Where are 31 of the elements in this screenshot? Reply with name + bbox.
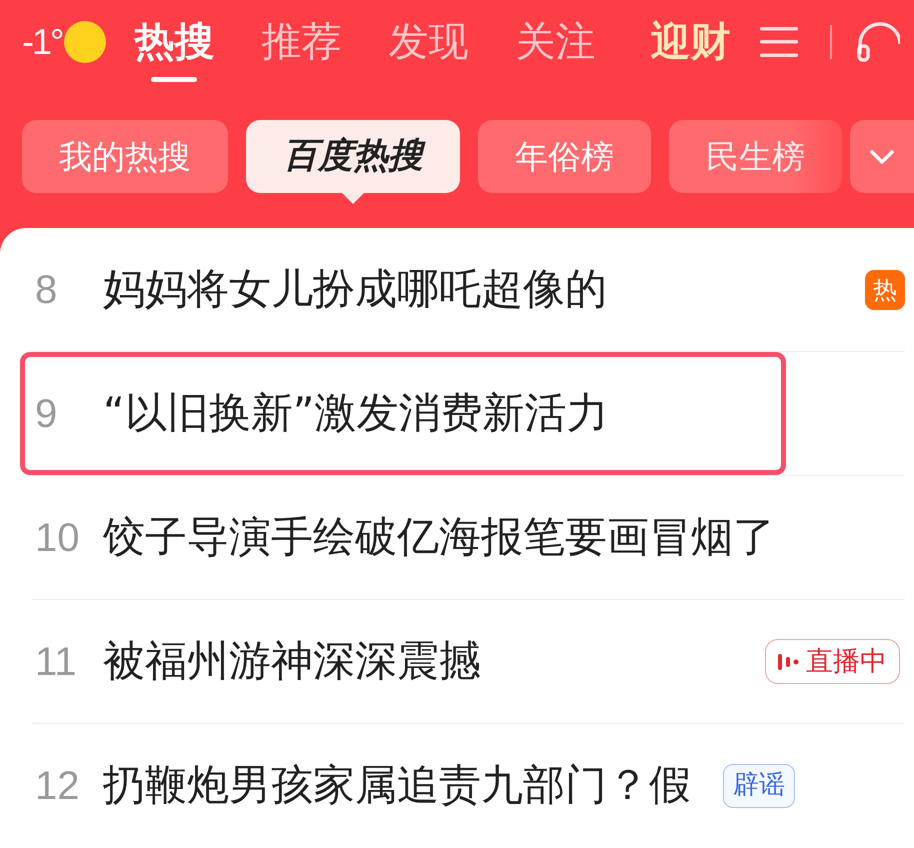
list-tab[interactable]: 民生榜 bbox=[669, 120, 842, 193]
channel-tab[interactable]: 关注 bbox=[515, 20, 596, 82]
channel-tab[interactable]: 热搜 bbox=[134, 20, 214, 82]
live-badge[interactable]: 直播中 bbox=[765, 639, 900, 684]
channel-tab[interactable]: 发现 bbox=[388, 20, 468, 82]
promo-tab[interactable]: 迎财 bbox=[650, 20, 730, 64]
chevron-down-icon bbox=[870, 150, 894, 164]
list-tab[interactable]: 我的热搜 bbox=[22, 120, 228, 193]
hot-search-title[interactable]: 饺子导演手绘破亿海报笔要画冒烟了 bbox=[103, 512, 775, 563]
pointer-icon bbox=[341, 192, 365, 204]
rumor-badge: 辟谣 bbox=[723, 764, 795, 808]
hot-search-title[interactable]: 被福州游神深深震撼 bbox=[103, 636, 481, 687]
rank-number: 10 bbox=[35, 518, 80, 558]
hot-badge: 热 bbox=[865, 270, 905, 310]
rank-number: 11 bbox=[35, 642, 78, 682]
list-tab[interactable]: 百度热搜 bbox=[246, 120, 460, 193]
hot-search-title[interactable]: 扔鞭炮男孩家属追责九部门？假 bbox=[103, 760, 691, 811]
hot-search-title[interactable]: 妈妈将女儿扮成哪吒超像的 bbox=[103, 264, 607, 315]
list-tab[interactable]: 年俗榜 bbox=[478, 120, 651, 193]
live-text: 直播中 bbox=[806, 648, 887, 675]
channel-tab[interactable]: 推荐 bbox=[261, 20, 342, 82]
hot-search-title[interactable]: “以旧换新”激发消费新活力 bbox=[103, 388, 609, 439]
menu-icon[interactable] bbox=[760, 27, 798, 57]
headphones-icon[interactable] bbox=[856, 22, 900, 62]
sun-icon bbox=[64, 21, 106, 63]
more-button[interactable] bbox=[850, 120, 914, 193]
temperature-text: -1° bbox=[22, 20, 62, 64]
live-icon bbox=[778, 652, 800, 672]
rank-number: 9 bbox=[35, 394, 58, 434]
rank-number: 8 bbox=[35, 270, 58, 310]
rank-number: 12 bbox=[35, 766, 80, 806]
